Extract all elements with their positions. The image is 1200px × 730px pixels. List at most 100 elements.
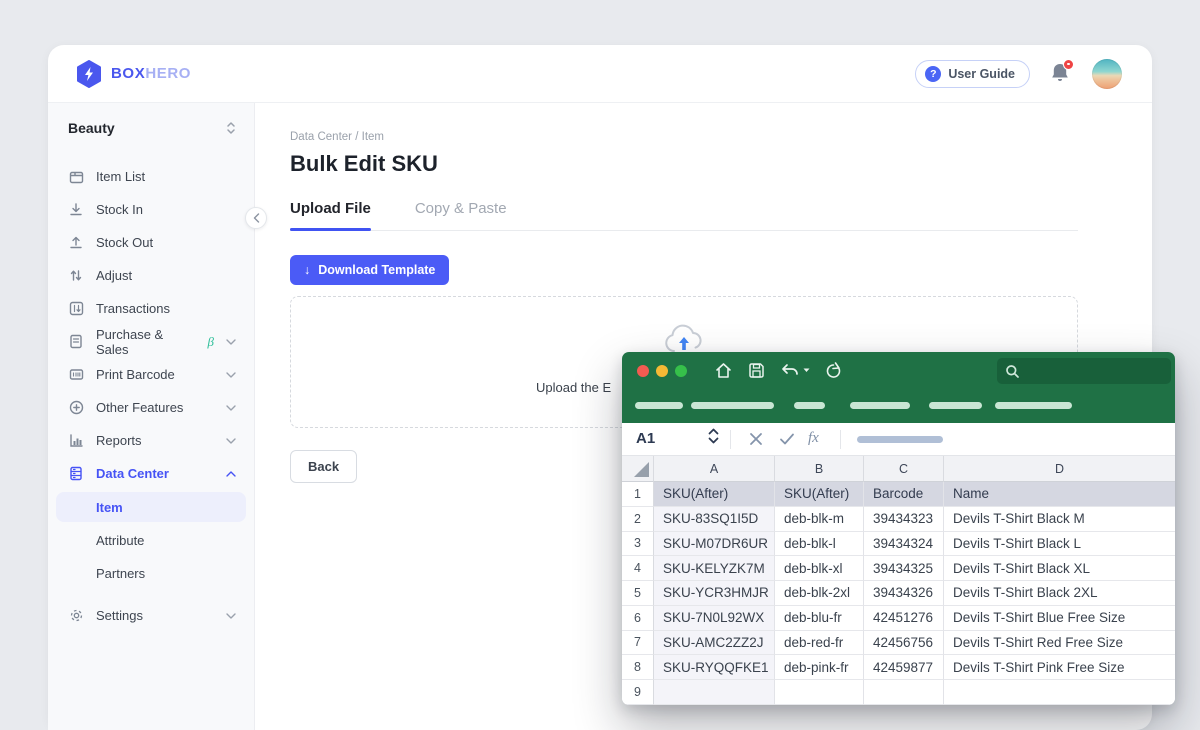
sidebar-subitem-item[interactable]: Item [56,492,246,522]
close-icon[interactable] [637,365,649,377]
minimize-icon[interactable] [656,365,668,377]
arrow-up-tray-icon [68,235,84,251]
column-header[interactable]: D [944,456,1175,482]
select-all-corner[interactable] [622,456,654,482]
cell[interactable]: 42459877 [864,655,944,680]
undo-button[interactable] [780,363,810,379]
cell[interactable]: deb-blk-2xl [775,581,864,606]
row-number[interactable]: 5 [622,581,654,606]
cell[interactable]: SKU-83SQ1I5D [654,507,775,532]
cell[interactable]: deb-blu-fr [775,606,864,631]
avatar[interactable] [1092,59,1122,89]
formula-bar: A1 fx [622,423,1175,456]
cell[interactable]: deb-blk-l [775,532,864,557]
workspace-selector[interactable]: Beauty [48,120,254,136]
sidebar-item-other-features[interactable]: Other Features [48,391,254,424]
sidebar-item-stock-in[interactable]: Stock In [48,193,254,226]
cell[interactable]: SKU-AMC2ZZ2J [654,631,775,656]
cell[interactable]: 42456756 [864,631,944,656]
column-header[interactable]: A [654,456,775,482]
tab-upload-file[interactable]: Upload File [290,200,371,217]
column-header[interactable]: C [864,456,944,482]
breadcrumb-part[interactable]: Data Center [290,131,352,143]
sidebar-item-label: Settings [96,608,143,623]
sidebar-item-data-center[interactable]: Data Center [48,457,254,490]
row-number[interactable]: 1 [622,482,654,507]
cell[interactable]: SKU-RYQQFKE1 [654,655,775,680]
cell[interactable]: deb-red-fr [775,631,864,656]
save-icon[interactable] [748,362,765,379]
sidebar-item-reports[interactable]: Reports [48,424,254,457]
cell[interactable]: deb-blk-xl [775,556,864,581]
cell[interactable]: Devils T-Shirt Blue Free Size [944,606,1175,631]
cell[interactable]: Devils T-Shirt Black M [944,507,1175,532]
transactions-icon [68,301,84,317]
cell[interactable] [775,680,864,705]
cell[interactable]: 42451276 [864,606,944,631]
cell[interactable]: SKU(After) [775,482,864,507]
undo-icon [780,363,800,379]
cell[interactable] [864,680,944,705]
home-icon[interactable] [714,361,733,380]
notifications-button[interactable] [1050,62,1072,86]
spreadsheet-search-field[interactable] [997,358,1171,384]
cell[interactable]: Barcode [864,482,944,507]
cell[interactable] [944,680,1175,705]
cell[interactable]: Devils T-Shirt Pink Free Size [944,655,1175,680]
row-number[interactable]: 3 [622,532,654,557]
function-icon[interactable]: fx [808,430,819,447]
row-number[interactable]: 9 [622,680,654,705]
cell[interactable] [654,680,775,705]
row-number[interactable]: 4 [622,556,654,581]
cell[interactable]: Name [944,482,1175,507]
chevron-down-icon [226,372,236,378]
row-number[interactable]: 8 [622,655,654,680]
cell[interactable]: Devils T-Shirt Black L [944,532,1175,557]
cell[interactable]: 39434324 [864,532,944,557]
cell[interactable]: Devils T-Shirt Red Free Size [944,631,1175,656]
redo-icon[interactable] [825,362,842,380]
sidebar-item-purchase-sales[interactable]: Purchase & Sales β [48,325,254,358]
cell-reference-box[interactable]: A1 [636,430,655,447]
row-number[interactable]: 7 [622,631,654,656]
cell[interactable]: deb-blk-m [775,507,864,532]
sidebar-item-transactions[interactable]: Transactions [48,292,254,325]
sidebar-collapse-button[interactable] [245,207,267,229]
cell[interactable]: SKU-M07DR6UR [654,532,775,557]
cell[interactable]: 39434323 [864,507,944,532]
cell[interactable]: deb-pink-fr [775,655,864,680]
column-header[interactable]: B [775,456,864,482]
sidebar-item-label: Data Center [96,466,169,481]
chevron-up-icon [226,471,236,477]
cell[interactable]: SKU-YCR3HMJR [654,581,775,606]
cell[interactable]: SKU(After) [654,482,775,507]
cell[interactable]: Devils T-Shirt Black 2XL [944,581,1175,606]
cell[interactable]: SKU-KELYZK7M [654,556,775,581]
sidebar-item-print-barcode[interactable]: Print Barcode [48,358,254,391]
cell[interactable]: 39434325 [864,556,944,581]
cell[interactable]: SKU-7N0L92WX [654,606,775,631]
confirm-entry-icon[interactable] [778,428,796,450]
sidebar-subitem-partners[interactable]: Partners [48,557,254,590]
sidebar-item-item-list[interactable]: Item List [48,160,254,193]
breadcrumb: Data Center / Item [290,131,1152,143]
breadcrumb-part[interactable]: Item [362,131,384,143]
cell-reference-stepper[interactable] [708,428,719,444]
download-template-button[interactable]: ↓ Download Template [290,255,449,285]
sidebar-subitem-attribute[interactable]: Attribute [48,524,254,557]
cell[interactable]: 39434326 [864,581,944,606]
tab-copy-paste[interactable]: Copy & Paste [415,200,507,217]
sidebar-item-stock-out[interactable]: Stock Out [48,226,254,259]
sidebar-item-adjust[interactable]: Adjust [48,259,254,292]
sidebar-subitem-label: Attribute [96,533,144,548]
search-icon [1005,364,1020,379]
back-button[interactable]: Back [290,450,357,483]
row-number[interactable]: 6 [622,606,654,631]
sidebar-item-settings[interactable]: Settings [48,599,254,632]
maximize-icon[interactable] [675,365,687,377]
row-number[interactable]: 2 [622,507,654,532]
chevron-down-icon [226,613,236,619]
user-guide-button[interactable]: ? User Guide [915,60,1030,88]
cell[interactable]: Devils T-Shirt Black XL [944,556,1175,581]
cancel-entry-icon[interactable] [748,428,765,450]
